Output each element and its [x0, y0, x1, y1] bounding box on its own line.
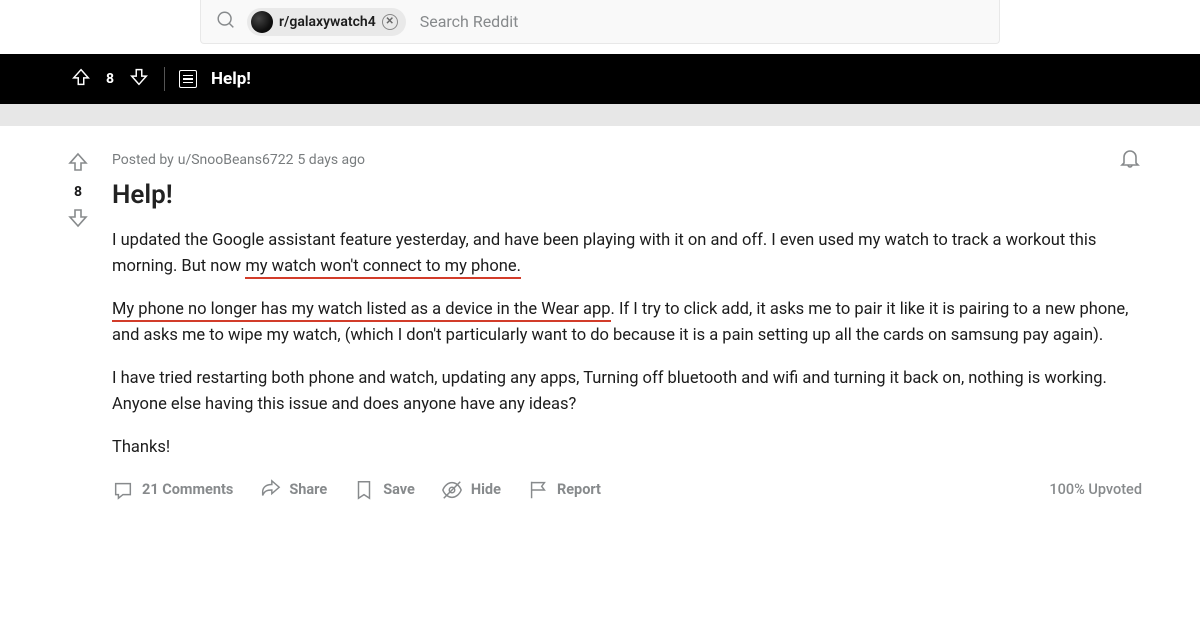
post-byline: Posted by u/SnooBeans6722 5 days ago	[112, 146, 1142, 174]
post-para-1: I updated the Google assistant feature y…	[112, 228, 1142, 279]
post-text: I updated the Google assistant feature y…	[112, 228, 1142, 461]
post-para-4: Thanks!	[112, 435, 1142, 461]
upvoted-percent: 100% Upvoted	[1049, 481, 1142, 498]
post-card: 8 Posted by u/SnooBeans6722 5 days ago H…	[0, 140, 1200, 501]
upvote-icon[interactable]	[66, 150, 90, 178]
separator	[164, 67, 165, 91]
post-score: 8	[74, 184, 82, 200]
sticky-score: 8	[106, 71, 114, 87]
subreddit-avatar	[251, 11, 273, 33]
post-para-2: My phone no longer has my watch listed a…	[112, 297, 1142, 348]
downvote-icon[interactable]	[128, 66, 150, 92]
subreddit-chip-label: r/galaxywatch4	[279, 14, 376, 30]
sticky-title: Help!	[211, 69, 251, 89]
post-age: 5 days ago	[297, 152, 365, 168]
share-label: Share	[289, 481, 327, 498]
comments-action[interactable]: 21 Comments	[112, 479, 233, 501]
hide-label: Hide	[471, 481, 501, 498]
vote-column: 8	[58, 146, 98, 501]
post-author[interactable]: u/SnooBeans6722	[178, 152, 294, 168]
search-placeholder: Search Reddit	[420, 12, 519, 31]
post-body: Posted by u/SnooBeans6722 5 days ago Hel…	[112, 146, 1142, 501]
hide-action[interactable]: Hide	[441, 479, 501, 501]
upvote-icon[interactable]	[70, 66, 92, 92]
report-label: Report	[557, 481, 601, 498]
bell-icon[interactable]	[1118, 146, 1142, 174]
comments-label: 21 Comments	[142, 481, 233, 498]
search-icon	[215, 9, 237, 35]
search-bar[interactable]: r/galaxywatch4 ✕ Search Reddit	[200, 0, 1000, 44]
sticky-post-header: 8 Help!	[0, 54, 1200, 104]
post-actions: 21 Comments Share Save Hide Report 100% …	[112, 479, 1142, 501]
underlined-text-2: My phone no longer has my watch listed a…	[112, 300, 611, 322]
share-action[interactable]: Share	[259, 479, 327, 501]
underlined-text-1: my watch won't connect to my phone.	[245, 257, 521, 279]
post-title: Help!	[112, 180, 1142, 210]
content-gap	[0, 104, 1200, 126]
posted-by-prefix: Posted by	[112, 152, 174, 168]
save-label: Save	[383, 481, 415, 498]
text-post-icon	[179, 70, 197, 88]
report-action[interactable]: Report	[527, 479, 601, 501]
chip-clear-icon[interactable]: ✕	[382, 14, 398, 30]
save-action[interactable]: Save	[353, 479, 415, 501]
post-para-3: I have tried restarting both phone and w…	[112, 366, 1142, 417]
downvote-icon[interactable]	[66, 206, 90, 234]
subreddit-chip[interactable]: r/galaxywatch4 ✕	[247, 8, 406, 36]
